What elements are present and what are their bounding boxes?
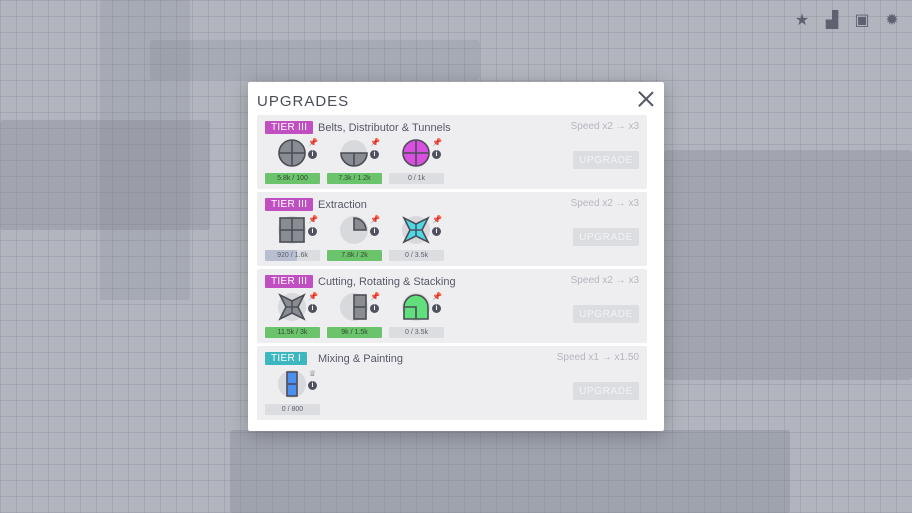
upgrade-list: TIER III Belts, Distributor & Tunnels Spee… (257, 115, 647, 423)
requirement: 📌 i 0 / 3.5k (389, 292, 444, 338)
info-icon[interactable]: i (370, 304, 379, 313)
info-icon[interactable]: i (432, 227, 441, 236)
windmill-green-icon (401, 292, 431, 322)
requirement: 📌 i 0 / 3.5k (389, 215, 444, 261)
upgrades-dialog: UPGRADES TIER III Belts, Distributor & Tu… (248, 82, 664, 431)
upgrade-name: Cutting, Rotating & Stacking (318, 276, 456, 288)
progress-text: 0 / 800 (281, 406, 304, 413)
leaderboard-icon[interactable]: ▟ (822, 10, 842, 30)
progress-bar: 0 / 3.5k (389, 250, 444, 261)
pin-icon[interactable]: 📌 (370, 215, 380, 225)
progress-bar: 5.8k / 100 (265, 173, 320, 184)
tier-badge: TIER I (265, 352, 308, 365)
progress-bar: 0 / 800 (265, 404, 320, 415)
square-quartered-gray-icon (277, 215, 307, 245)
top-right-toolbar: ★ ▟ ▣ ✹ (792, 10, 902, 30)
progress-bar: 7.8k / 2k (327, 250, 382, 261)
info-icon[interactable]: i (308, 227, 317, 236)
circle-quartered-purple-icon (401, 138, 431, 168)
info-icon[interactable]: i (308, 150, 317, 159)
upgrade-button[interactable]: UPGRADE (573, 382, 639, 400)
requirement: 📌 i 7.8k / 2k (327, 215, 382, 261)
settings-icon[interactable]: ✹ (882, 10, 902, 30)
progress-text: 920 / 1.6k (277, 252, 308, 259)
info-icon[interactable]: i (308, 381, 317, 390)
progress-text: 5.8k / 100 (277, 175, 308, 182)
requirement: 📌 i 920 / 1.6k (265, 215, 320, 261)
requirement: 📌 i 5.8k / 100 (265, 138, 320, 184)
upgrade-button[interactable]: UPGRADE (573, 305, 639, 323)
requirement: ♕ i 0 / 800 (265, 369, 320, 415)
calendar-icon[interactable]: ▣ (852, 10, 872, 30)
upgrade-row: TIER III Extraction Speed x2 → x3 📌 i 920 / 1… (257, 192, 647, 266)
progress-bar: 0 / 1k (389, 173, 444, 184)
pin-icon[interactable]: 📌 (308, 138, 318, 148)
pin-icon[interactable]: 📌 (308, 292, 318, 302)
upgrade-row: TIER III Belts, Distributor & Tunnels Spee… (257, 115, 647, 189)
info-icon[interactable]: i (432, 304, 441, 313)
pin-icon[interactable]: 📌 (432, 215, 442, 225)
progress-text: 0 / 3.5k (405, 329, 428, 336)
speed-text: Speed x2 → x3 (570, 121, 639, 132)
speed-text: Speed x2 → x3 (570, 275, 639, 286)
pin-icon[interactable]: 📌 (432, 292, 442, 302)
upgrade-button[interactable]: UPGRADE (573, 151, 639, 169)
progress-bar: 11.5k / 3k (265, 327, 320, 338)
upgrade-row: TIER III Cutting, Rotating & Stacking Spee… (257, 269, 647, 343)
progress-text: 7.8k / 2k (341, 252, 368, 259)
progress-text: 0 / 1k (407, 175, 426, 182)
progress-bar: 920 / 1.6k (265, 250, 320, 261)
requirement: 📌 i 11.5k / 3k (265, 292, 320, 338)
close-icon[interactable] (638, 91, 654, 107)
progress-bar: 9k / 1.5k (327, 327, 382, 338)
info-icon[interactable]: i (308, 304, 317, 313)
pin-icon[interactable]: 📌 (370, 292, 380, 302)
requirement: 📌 i 9k / 1.5k (327, 292, 382, 338)
progress-bar: 0 / 3.5k (389, 327, 444, 338)
requirement: 📌 i 0 / 1k (389, 138, 444, 184)
quarter-circle-gray-icon (339, 215, 369, 245)
crown-icon[interactable]: ♕ (308, 369, 317, 379)
star-icon[interactable]: ★ (792, 10, 812, 30)
tier-badge: TIER III (265, 198, 314, 211)
circle-quartered-gray-icon (277, 138, 307, 168)
upgrade-button[interactable]: UPGRADE (573, 228, 639, 246)
star-cyan-icon (401, 215, 431, 245)
upgrade-name: Belts, Distributor & Tunnels (318, 122, 451, 134)
star-gray-icon (277, 292, 307, 322)
upgrade-name: Extraction (318, 199, 367, 211)
requirement: 📌 i 7.3k / 1.2k (327, 138, 382, 184)
half-square-gray-icon (339, 292, 369, 322)
upgrade-row: TIER I Mixing & Painting Speed x1 → x1.50 ♕… (257, 346, 647, 420)
progress-bar: 7.3k / 1.2k (327, 173, 382, 184)
progress-text: 7.3k / 1.2k (338, 175, 371, 182)
progress-text: 0 / 3.5k (405, 252, 428, 259)
info-icon[interactable]: i (370, 227, 379, 236)
dialog-title: UPGRADES (257, 93, 350, 110)
info-icon[interactable]: i (370, 150, 379, 159)
pin-icon[interactable]: 📌 (432, 138, 442, 148)
tier-badge: TIER III (265, 121, 314, 134)
speed-text: Speed x1 → x1.50 (556, 352, 639, 363)
progress-text: 9k / 1.5k (341, 329, 368, 336)
speed-text: Speed x2 → x3 (570, 198, 639, 209)
upgrade-name: Mixing & Painting (318, 353, 403, 365)
pin-icon[interactable]: 📌 (370, 138, 380, 148)
progress-text: 11.5k / 3k (277, 329, 308, 336)
info-icon[interactable]: i (432, 150, 441, 159)
half-circle-gray-icon (339, 138, 369, 168)
half-rect-blue-icon (277, 369, 307, 399)
tier-badge: TIER III (265, 275, 314, 288)
pin-icon[interactable]: 📌 (308, 215, 318, 225)
